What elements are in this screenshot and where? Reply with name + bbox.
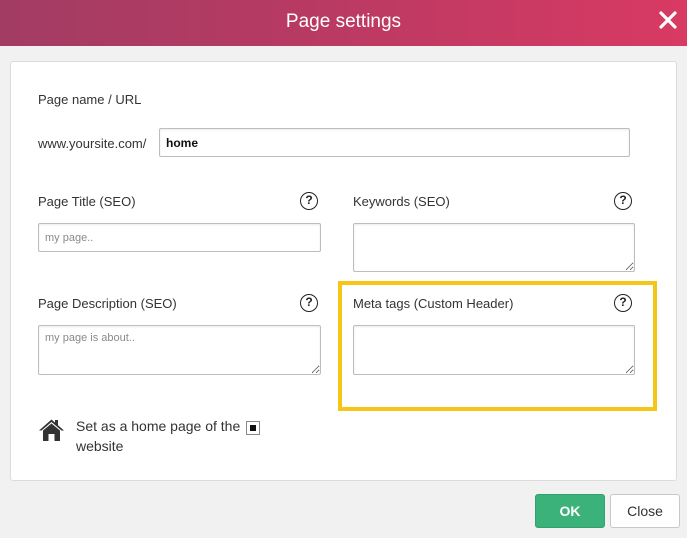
keywords-help-icon[interactable]: ? <box>614 192 632 210</box>
url-prefix: www.yoursite.com/ <box>38 136 147 151</box>
meta-tags-textarea[interactable] <box>353 325 635 375</box>
page-title-label: Page Title (SEO) <box>38 194 136 209</box>
page-description-textarea[interactable] <box>38 325 321 375</box>
meta-tags-label: Meta tags (Custom Header) <box>353 296 514 311</box>
dialog-header: Page settings <box>0 0 687 46</box>
meta-tags-help-icon[interactable]: ? <box>614 294 632 312</box>
home-page-checkbox[interactable] <box>246 421 260 435</box>
page-description-label: Page Description (SEO) <box>38 296 177 311</box>
dialog-title: Page settings <box>285 11 402 32</box>
page-title-help-icon[interactable]: ? <box>300 192 318 210</box>
home-icon <box>38 418 65 442</box>
page-url-input[interactable] <box>159 128 630 157</box>
close-button[interactable]: Close <box>610 494 680 528</box>
home-page-label: Set as a home page of the website <box>76 418 241 454</box>
keywords-textarea[interactable] <box>353 223 635 272</box>
page-title-input[interactable] <box>38 223 321 252</box>
page-name-label: Page name / URL <box>38 92 142 107</box>
checkbox-checked-mark <box>250 425 256 431</box>
keywords-label: Keywords (SEO) <box>353 194 450 209</box>
page-description-help-icon[interactable]: ? <box>300 294 318 312</box>
close-x-icon[interactable] <box>657 9 679 31</box>
ok-button[interactable]: OK <box>535 494 605 528</box>
